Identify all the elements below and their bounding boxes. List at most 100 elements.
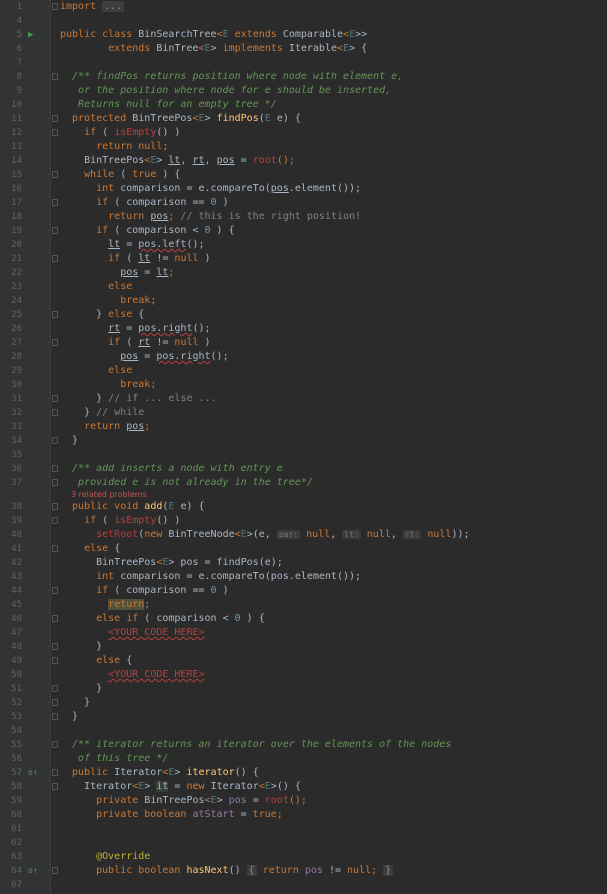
code-line[interactable]: 22 pos = lt; xyxy=(0,266,607,280)
code-line[interactable]: 14 BinTreePos<E> lt, rt, pos = root(); xyxy=(0,154,607,168)
code-text[interactable]: /** findPos returns position where node … xyxy=(60,70,403,84)
code-line[interactable]: 62 xyxy=(0,836,607,850)
fold-expand-icon[interactable] xyxy=(52,339,58,346)
code-line[interactable]: 60 private boolean atStart = true; xyxy=(0,808,607,822)
code-text[interactable]: else xyxy=(60,280,132,294)
fold-end-icon[interactable] xyxy=(52,395,58,402)
code-line[interactable]: 48 } xyxy=(0,640,607,654)
code-line[interactable]: 42 BinTreePos<E> pos = findPos(e); xyxy=(0,556,607,570)
code-line[interactable]: 41 else { xyxy=(0,542,607,556)
code-text[interactable]: /** add inserts a node with entry e xyxy=(60,462,283,476)
code-text[interactable]: BinTreePos<E> lt, rt, pos = root(); xyxy=(60,154,295,168)
code-line[interactable]: 61 xyxy=(0,822,607,836)
code-text[interactable]: } // while xyxy=(60,406,144,420)
code-line[interactable]: 35 xyxy=(0,448,607,462)
code-text[interactable]: if ( comparison == 0 ) xyxy=(60,584,228,598)
code-text[interactable]: rt = pos.right(); xyxy=(60,322,210,336)
code-line[interactable]: 28 pos = pos.right(); xyxy=(0,350,607,364)
fold-end-icon[interactable] xyxy=(52,685,58,692)
code-text[interactable]: BinTreePos<E> pos = findPos(e); xyxy=(60,556,283,570)
code-text[interactable]: if ( rt != null ) xyxy=(60,336,210,350)
code-text[interactable]: Iterator<E> it = new Iterator<E>() { xyxy=(60,780,301,794)
code-line[interactable]: 31 } // if ... else ... xyxy=(0,392,607,406)
problem-hint-text[interactable]: 3 related problems xyxy=(71,490,147,500)
fold-expand-icon[interactable] xyxy=(52,783,58,790)
code-line[interactable]: 13 return null; xyxy=(0,140,607,154)
code-text[interactable]: } xyxy=(60,640,102,654)
code-line[interactable]: 63 @Override xyxy=(0,850,607,864)
code-line[interactable]: 49 else { xyxy=(0,654,607,668)
code-line[interactable]: 15 while ( true ) { xyxy=(0,168,607,182)
code-line[interactable]: 10 Returns null for an empty tree */ xyxy=(0,98,607,112)
fold-expand-icon[interactable] xyxy=(52,115,58,122)
code-line[interactable]: 58 Iterator<E> it = new Iterator<E>() { xyxy=(0,780,607,794)
code-line[interactable]: 25 } else { xyxy=(0,308,607,322)
code-line[interactable]: 8 /** findPos returns position where nod… xyxy=(0,70,607,84)
code-text[interactable]: break; xyxy=(60,294,156,308)
fold-end-icon[interactable] xyxy=(52,409,58,416)
fold-expand-icon[interactable] xyxy=(52,465,58,472)
code-text[interactable]: else if ( comparison < 0 ) { xyxy=(60,612,265,626)
code-text[interactable]: } // if ... else ... xyxy=(60,392,216,406)
code-editor[interactable]: 1 import ... 4 5 ▶ public class BinSearchTree… xyxy=(0,0,607,894)
code-text[interactable]: import ... xyxy=(60,0,125,14)
code-line[interactable]: 54 xyxy=(0,724,607,738)
code-text[interactable]: private boolean atStart = true; xyxy=(60,808,283,822)
code-text[interactable]: provided e is not already in the tree*/ xyxy=(60,476,313,490)
implements-method-icon[interactable]: o↑ xyxy=(28,864,40,878)
code-line[interactable]: 43 int comparison = e.compareTo(pos.elem… xyxy=(0,570,607,584)
code-line[interactable]: 57 o↑ public Iterator<E> iterator() { xyxy=(0,766,607,780)
code-text[interactable]: pos = lt; xyxy=(60,266,174,280)
code-text[interactable]: } else { xyxy=(60,308,144,322)
code-text[interactable]: <YOUR CODE HERE> xyxy=(60,626,204,640)
code-line[interactable]: 55 /** iterator returns an iterator over… xyxy=(0,738,607,752)
fold-expand-icon[interactable] xyxy=(52,227,58,234)
code-text[interactable]: return pos; // this is the right positio… xyxy=(60,210,361,224)
code-text[interactable]: public Iterator<E> iterator() { xyxy=(60,766,259,780)
fold-end-icon[interactable] xyxy=(52,437,58,444)
fold-expand-icon[interactable] xyxy=(52,867,58,874)
code-line[interactable]: 37 provided e is not already in the tree… xyxy=(0,476,607,490)
code-line[interactable]: 45 return; xyxy=(0,598,607,612)
code-line[interactable]: 4 xyxy=(0,14,607,28)
code-text[interactable]: } xyxy=(60,434,78,448)
code-line[interactable]: 9 or the position where node for e shoul… xyxy=(0,84,607,98)
fold-expand-icon[interactable] xyxy=(52,3,58,10)
code-text[interactable]: int comparison = e.compareTo(pos.element… xyxy=(60,182,361,196)
fold-end-icon[interactable] xyxy=(52,479,58,486)
code-line[interactable]: 38 public void add(E e) { xyxy=(0,500,607,514)
code-text[interactable]: private BinTreePos<E> pos = root(); xyxy=(60,794,307,808)
code-text[interactable]: of this tree */ xyxy=(60,752,168,766)
code-text[interactable]: else xyxy=(60,364,132,378)
code-line[interactable]: 51 } xyxy=(0,682,607,696)
code-line[interactable]: 33 return pos; xyxy=(0,420,607,434)
code-line[interactable]: 27 if ( rt != null ) xyxy=(0,336,607,350)
code-line[interactable]: 7 xyxy=(0,56,607,70)
fold-expand-icon[interactable] xyxy=(52,73,58,80)
code-text[interactable]: /** iterator returns an iterator over th… xyxy=(60,738,451,752)
fold-end-icon[interactable] xyxy=(52,713,58,720)
code-text[interactable]: Returns null for an empty tree */ xyxy=(60,98,277,112)
fold-expand-icon[interactable] xyxy=(52,199,58,206)
code-line[interactable]: 64 o↑ public boolean hasNext() { return p… xyxy=(0,864,607,878)
code-text[interactable]: return null; xyxy=(60,140,168,154)
code-line[interactable]: 32 } // while xyxy=(0,406,607,420)
fold-expand-icon[interactable] xyxy=(52,615,58,622)
code-line[interactable]: 67 xyxy=(0,878,607,892)
code-text[interactable]: else { xyxy=(60,542,120,556)
implements-method-icon[interactable]: o↑ xyxy=(28,766,40,780)
code-line[interactable]: 46 else if ( comparison < 0 ) { xyxy=(0,612,607,626)
code-line[interactable]: 23 else xyxy=(0,280,607,294)
code-line[interactable]: 50 <YOUR CODE HERE> xyxy=(0,668,607,682)
code-text[interactable]: @Override xyxy=(60,850,150,864)
code-line[interactable]: 39 if ( isEmpty() ) xyxy=(0,514,607,528)
code-line[interactable]: 52 } xyxy=(0,696,607,710)
code-line[interactable]: 20 lt = pos.left(); xyxy=(0,238,607,252)
code-text[interactable]: while ( true ) { xyxy=(60,168,180,182)
code-line[interactable]: 18 return pos; // this is the right posi… xyxy=(0,210,607,224)
code-text[interactable]: } xyxy=(60,710,78,724)
code-line[interactable]: 44 if ( comparison == 0 ) xyxy=(0,584,607,598)
code-text[interactable]: public void add(E e) { xyxy=(60,500,205,514)
fold-expand-icon[interactable] xyxy=(52,545,58,552)
code-text[interactable]: if ( isEmpty() ) xyxy=(60,514,180,528)
